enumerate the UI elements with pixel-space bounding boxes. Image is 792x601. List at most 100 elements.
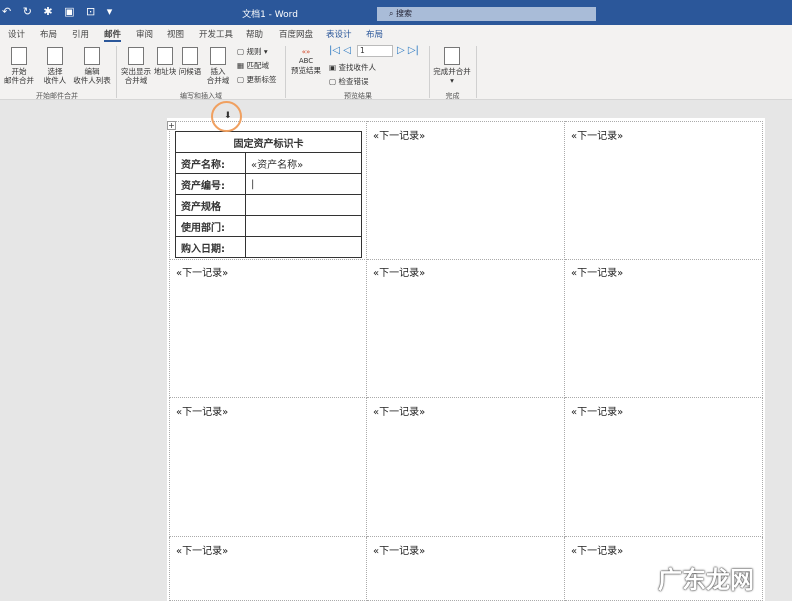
next-record-field: «下一记录» xyxy=(176,407,229,418)
label-cell[interactable]: «下一记录» xyxy=(169,537,367,601)
start-mail-merge-button[interactable]: 开始 邮件合并 xyxy=(2,47,36,85)
search-label: 搜索 xyxy=(396,9,413,18)
label: 查找收件人 xyxy=(338,63,376,72)
search-box[interactable]: ⌕ 搜索 xyxy=(377,7,596,21)
asset-card-table[interactable]: 固定资产标识卡 资产名称: «资产名称» 资产编号: | 资产规格 使用部门: 购入… xyxy=(175,131,362,258)
field-label: 购入日期: xyxy=(175,236,246,258)
finish-icon xyxy=(444,47,460,65)
label: 插入 合并域 xyxy=(206,67,230,85)
next-record-field: «下一记录» xyxy=(373,131,426,142)
label: 完成并合并 xyxy=(433,67,471,76)
tab-developer[interactable]: 开发工具 xyxy=(199,28,233,40)
divider xyxy=(116,46,117,98)
preview-icon: «» ABC xyxy=(298,48,314,65)
field-label: 使用部门: xyxy=(175,215,246,237)
next-record-field: «下一记录» xyxy=(571,407,624,418)
label-cell[interactable]: «下一记录» xyxy=(367,121,565,260)
field-label: 资产规格 xyxy=(175,194,246,216)
next-record-button[interactable]: ▷ ▷| xyxy=(397,45,419,56)
address-icon xyxy=(157,47,173,65)
recipients-icon xyxy=(47,47,63,65)
label: 预览结果 xyxy=(291,66,321,75)
field-value[interactable] xyxy=(245,194,362,216)
field-value[interactable]: «资产名称» xyxy=(245,152,362,174)
mail-merge-icon xyxy=(11,47,27,65)
preview-results-button[interactable]: «» ABC 预览结果 xyxy=(289,48,323,75)
group-label: 预览结果 xyxy=(344,92,372,100)
divider xyxy=(285,46,286,98)
field-value[interactable] xyxy=(245,236,362,258)
next-record-field: «下一记录» xyxy=(373,407,426,418)
label-cell[interactable]: «下一记录» xyxy=(565,398,763,537)
group-label: 开始邮件合并 xyxy=(36,92,78,100)
label-cell[interactable]: «下一记录» xyxy=(367,398,565,537)
tab-layout[interactable]: 布局 xyxy=(40,28,57,40)
finish-merge-button[interactable]: 完成并合并 ▾ xyxy=(432,47,472,85)
tab-mailings[interactable]: 邮件 xyxy=(104,28,122,42)
field-label: 资产编号: xyxy=(175,173,246,195)
tab-design[interactable]: 设计 xyxy=(8,28,25,40)
tab-view[interactable]: 视图 xyxy=(167,28,184,40)
select-recipients-button[interactable]: 选择 收件人 xyxy=(38,47,72,85)
label: 选择 收件人 xyxy=(43,67,67,85)
tab-help[interactable]: 帮助 xyxy=(246,28,263,40)
label: 检查错误 xyxy=(338,77,369,86)
label: 问候语 xyxy=(178,67,202,76)
title-bar: ↶ ↻ ✱ ▣ ⊡ ▾ 文档1 - Word ⌕ 搜索 xyxy=(0,0,792,25)
group-label: 编写和插入域 xyxy=(180,92,222,100)
insert-merge-field-button[interactable]: 插入 合并域 xyxy=(203,47,233,85)
ribbon-tabs: 设计 布局 引用 邮件 审阅 视图 开发工具 帮助 百度网盘 表设计 布局 xyxy=(0,25,792,42)
label-cell[interactable]: «下一记录» xyxy=(367,259,565,398)
edit-recipient-list-button[interactable]: 编辑 收件人列表 xyxy=(72,47,112,85)
card-title: 固定资产标识卡 xyxy=(175,131,362,153)
label-cell[interactable]: «下一记录» xyxy=(367,537,565,601)
label: 规则 xyxy=(246,47,262,56)
cursor-highlight-circle xyxy=(211,101,242,132)
next-record-field: «下一记录» xyxy=(373,268,426,279)
ribbon: 开始 邮件合并 选择 收件人 编辑 收件人列表 开始邮件合并 突出显示 合并域 … xyxy=(0,42,792,100)
label: 匹配域 xyxy=(246,61,269,70)
field-label: 资产名称: xyxy=(175,152,246,174)
highlight-fields-button[interactable]: 突出显示 合并域 xyxy=(119,47,153,85)
table-move-handle-icon[interactable]: + xyxy=(167,121,176,130)
greeting-line-button[interactable]: 问候语 xyxy=(178,47,202,76)
tab-baidu[interactable]: 百度网盘 xyxy=(279,28,313,40)
label-cell[interactable]: «下一记录» xyxy=(169,398,367,537)
match-fields-button[interactable]: ▦ 匹配域 xyxy=(237,60,269,71)
label-cell[interactable]: «下一记录» xyxy=(565,121,763,260)
next-record-field: «下一记录» xyxy=(176,268,229,279)
insert-field-icon xyxy=(210,47,226,65)
tab-references[interactable]: 引用 xyxy=(72,28,89,40)
record-number-input[interactable]: 1 xyxy=(357,45,393,57)
label: 编辑 收件人列表 xyxy=(73,67,111,85)
find-recipient-button[interactable]: ▣ 查找收件人 xyxy=(329,62,376,73)
check-errors-button[interactable]: ▢ 检查错误 xyxy=(329,76,368,87)
label: 开始 邮件合并 xyxy=(4,67,34,85)
search-icon: ⌕ xyxy=(389,9,397,18)
rules-button[interactable]: ▢ 规则 ▾ xyxy=(237,46,268,57)
tab-table-layout[interactable]: 布局 xyxy=(366,28,383,40)
tab-table-design[interactable]: 表设计 xyxy=(326,28,352,40)
next-record-field: «下一记录» xyxy=(571,268,624,279)
group-label: 完成 xyxy=(445,92,460,100)
label-cell[interactable]: «下一记录» xyxy=(565,259,763,398)
label-cell[interactable]: «下一记录» xyxy=(169,259,367,398)
first-record-button[interactable]: |◁ ◁ xyxy=(329,45,351,56)
address-block-button[interactable]: 地址块 xyxy=(153,47,177,76)
next-record-field: «下一记录» xyxy=(373,546,426,557)
label: 更新标签 xyxy=(246,75,277,84)
update-labels-button[interactable]: ▢ 更新标签 xyxy=(237,74,276,85)
highlight-icon xyxy=(128,47,144,65)
greeting-icon xyxy=(182,47,198,65)
next-record-field: «下一记录» xyxy=(571,546,624,557)
label: 突出显示 合并域 xyxy=(121,67,151,85)
label: 地址块 xyxy=(153,67,177,76)
divider xyxy=(476,46,477,98)
next-record-field: «下一记录» xyxy=(176,546,229,557)
field-value[interactable] xyxy=(245,215,362,237)
edit-list-icon xyxy=(84,47,100,65)
watermark: 广东龙网 xyxy=(658,566,754,594)
next-record-field: «下一记录» xyxy=(571,131,624,142)
tab-review[interactable]: 审阅 xyxy=(136,28,153,40)
field-value[interactable]: | xyxy=(245,173,362,195)
